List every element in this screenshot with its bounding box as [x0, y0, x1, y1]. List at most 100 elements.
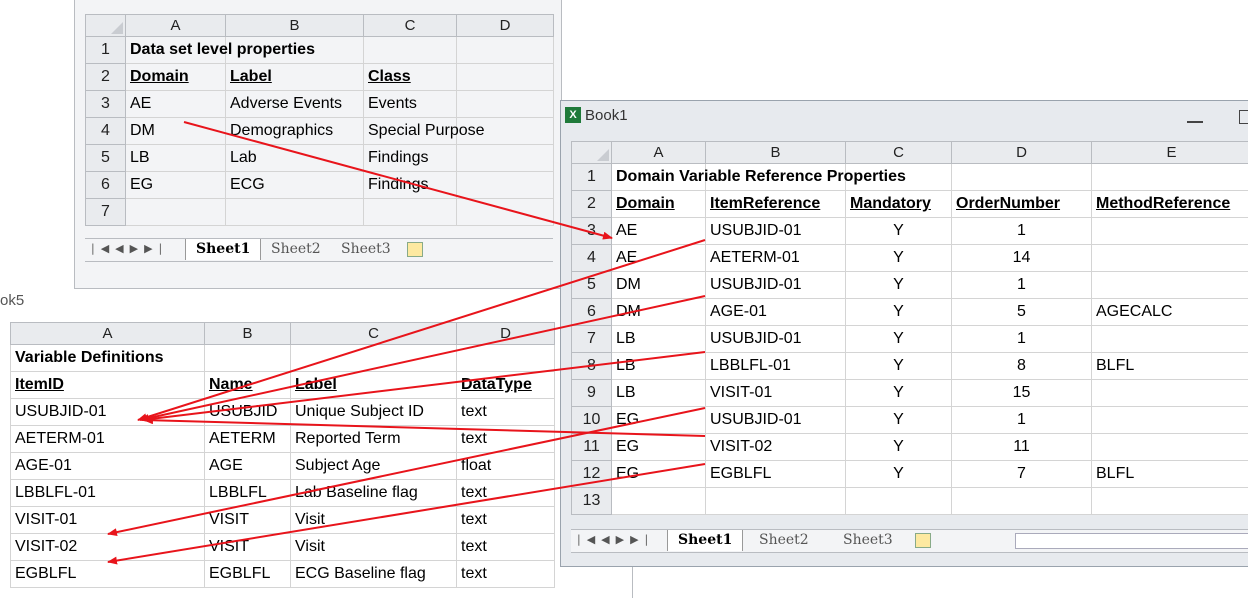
cell[interactable]: AGE-01	[705, 298, 846, 326]
cell[interactable]: USUBJID-01	[705, 217, 846, 245]
minimize-button[interactable]	[1187, 115, 1203, 123]
cell-header-domain[interactable]: Domain	[611, 190, 706, 218]
cell[interactable]: VISIT-01	[10, 506, 205, 534]
cell[interactable]: Y	[845, 406, 952, 434]
cell[interactable]: LB	[611, 325, 706, 353]
cell[interactable]	[845, 487, 952, 515]
cell[interactable]: 1	[951, 271, 1092, 299]
cell[interactable]: Lab	[225, 144, 364, 172]
cell[interactable]: 11	[951, 433, 1092, 461]
row-header[interactable]: 11	[571, 433, 612, 461]
cell[interactable]: Y	[845, 244, 952, 272]
cell[interactable]	[456, 36, 554, 64]
cell[interactable]: EG	[125, 171, 226, 199]
row-header[interactable]: 7	[571, 325, 612, 353]
cell[interactable]: AETERM-01	[10, 425, 205, 453]
cell-header-name[interactable]: Name	[204, 371, 291, 399]
cell-header-label[interactable]: Label	[290, 371, 457, 399]
select-all-corner[interactable]	[85, 14, 126, 37]
row-header[interactable]: 10	[571, 406, 612, 434]
column-header-b[interactable]: B	[705, 141, 846, 164]
cell[interactable]	[456, 63, 554, 91]
cell[interactable]: Y	[845, 352, 952, 380]
cell[interactable]: 1	[951, 217, 1092, 245]
cell[interactable]: Lab Baseline flag	[290, 479, 457, 507]
cell[interactable]: LB	[125, 144, 226, 172]
cell[interactable]	[290, 344, 457, 372]
cell[interactable]: EGBLFL	[204, 560, 291, 588]
cell[interactable]: BLFL	[1091, 352, 1248, 380]
tab-sheet3[interactable]: Sheet3	[331, 239, 401, 260]
cell[interactable]: 1	[951, 325, 1092, 353]
cell[interactable]	[363, 198, 457, 226]
cell[interactable]	[125, 198, 226, 226]
row-header[interactable]: 12	[571, 460, 612, 488]
cell[interactable]: 8	[951, 352, 1092, 380]
cell-title[interactable]: Variable Definitions	[10, 344, 205, 372]
cell[interactable]: USUBJID-01	[705, 406, 846, 434]
cell[interactable]	[225, 198, 364, 226]
cell[interactable]: EG	[611, 433, 706, 461]
cell[interactable]: Demographics	[225, 117, 364, 145]
restore-button[interactable]	[1239, 110, 1248, 124]
column-header-b[interactable]: B	[225, 14, 364, 37]
cell[interactable]: 5	[951, 298, 1092, 326]
cell[interactable]: 7	[951, 460, 1092, 488]
cell[interactable]: 1	[951, 406, 1092, 434]
cell[interactable]: Findings	[363, 144, 457, 172]
cell[interactable]	[456, 198, 554, 226]
cell-header-label[interactable]: Label	[225, 63, 364, 91]
cell[interactable]: Events	[363, 90, 457, 118]
row-header[interactable]: 6	[571, 298, 612, 326]
cell[interactable]: LBBLFL-01	[705, 352, 846, 380]
cell[interactable]	[705, 487, 846, 515]
cell[interactable]	[611, 487, 706, 515]
tab-sheet2[interactable]: Sheet2	[749, 530, 819, 551]
cell-header-ordernumber[interactable]: OrderNumber	[951, 190, 1092, 218]
cell-header-itemid[interactable]: ItemID	[10, 371, 205, 399]
column-header-d[interactable]: D	[456, 14, 554, 37]
row-header[interactable]: 8	[571, 352, 612, 380]
cell[interactable]: USUBJID	[204, 398, 291, 426]
cell[interactable]: Subject Age	[290, 452, 457, 480]
cell[interactable]	[1091, 217, 1248, 245]
column-header-a[interactable]: A	[125, 14, 226, 37]
sheet-nav-arrows-icon[interactable]: |◀◀▶▶|	[577, 533, 654, 546]
cell[interactable]	[1091, 244, 1248, 272]
cell[interactable]: Y	[845, 217, 952, 245]
cell[interactable]: Visit	[290, 506, 457, 534]
cell[interactable]: LB	[611, 379, 706, 407]
cell-header-mandatory[interactable]: Mandatory	[845, 190, 952, 218]
cell[interactable]: AGECALC	[1091, 298, 1248, 326]
cell[interactable]: VISIT	[204, 506, 291, 534]
select-all-corner[interactable]	[571, 141, 612, 164]
cell[interactable]: EG	[611, 406, 706, 434]
cell[interactable]	[1091, 406, 1248, 434]
cell[interactable]: AE	[611, 217, 706, 245]
cell[interactable]: Visit	[290, 533, 457, 561]
tab-sheet1[interactable]: Sheet1	[667, 530, 744, 551]
cell[interactable]	[1091, 163, 1248, 191]
cell-title[interactable]: Data set level properties	[125, 36, 315, 64]
cell-title[interactable]: Domain Variable Reference Properties	[611, 163, 906, 191]
tab-sheet1[interactable]: Sheet1	[185, 239, 262, 260]
cell[interactable]	[363, 36, 457, 64]
cell-header-datatype[interactable]: DataType	[456, 371, 555, 399]
row-header[interactable]: 4	[571, 244, 612, 272]
column-header-a[interactable]: A	[611, 141, 706, 164]
cell[interactable]	[204, 344, 291, 372]
cell[interactable]: text	[456, 560, 555, 588]
sheet-nav-arrows-icon[interactable]: |◀◀▶▶|	[91, 242, 168, 255]
cell[interactable]: Y	[845, 433, 952, 461]
cell[interactable]	[456, 344, 555, 372]
column-header-a[interactable]: A	[10, 322, 205, 345]
column-header-c[interactable]: C	[363, 14, 457, 37]
cell[interactable]: text	[456, 425, 555, 453]
row-header[interactable]: 6	[85, 171, 126, 199]
cell[interactable]	[951, 487, 1092, 515]
cell-header-methodreference[interactable]: MethodReference	[1091, 190, 1248, 218]
column-header-b[interactable]: B	[204, 322, 291, 345]
row-header[interactable]: 1	[571, 163, 612, 191]
cell[interactable]: text	[456, 398, 555, 426]
cell[interactable]: Special Purpose	[363, 117, 485, 145]
